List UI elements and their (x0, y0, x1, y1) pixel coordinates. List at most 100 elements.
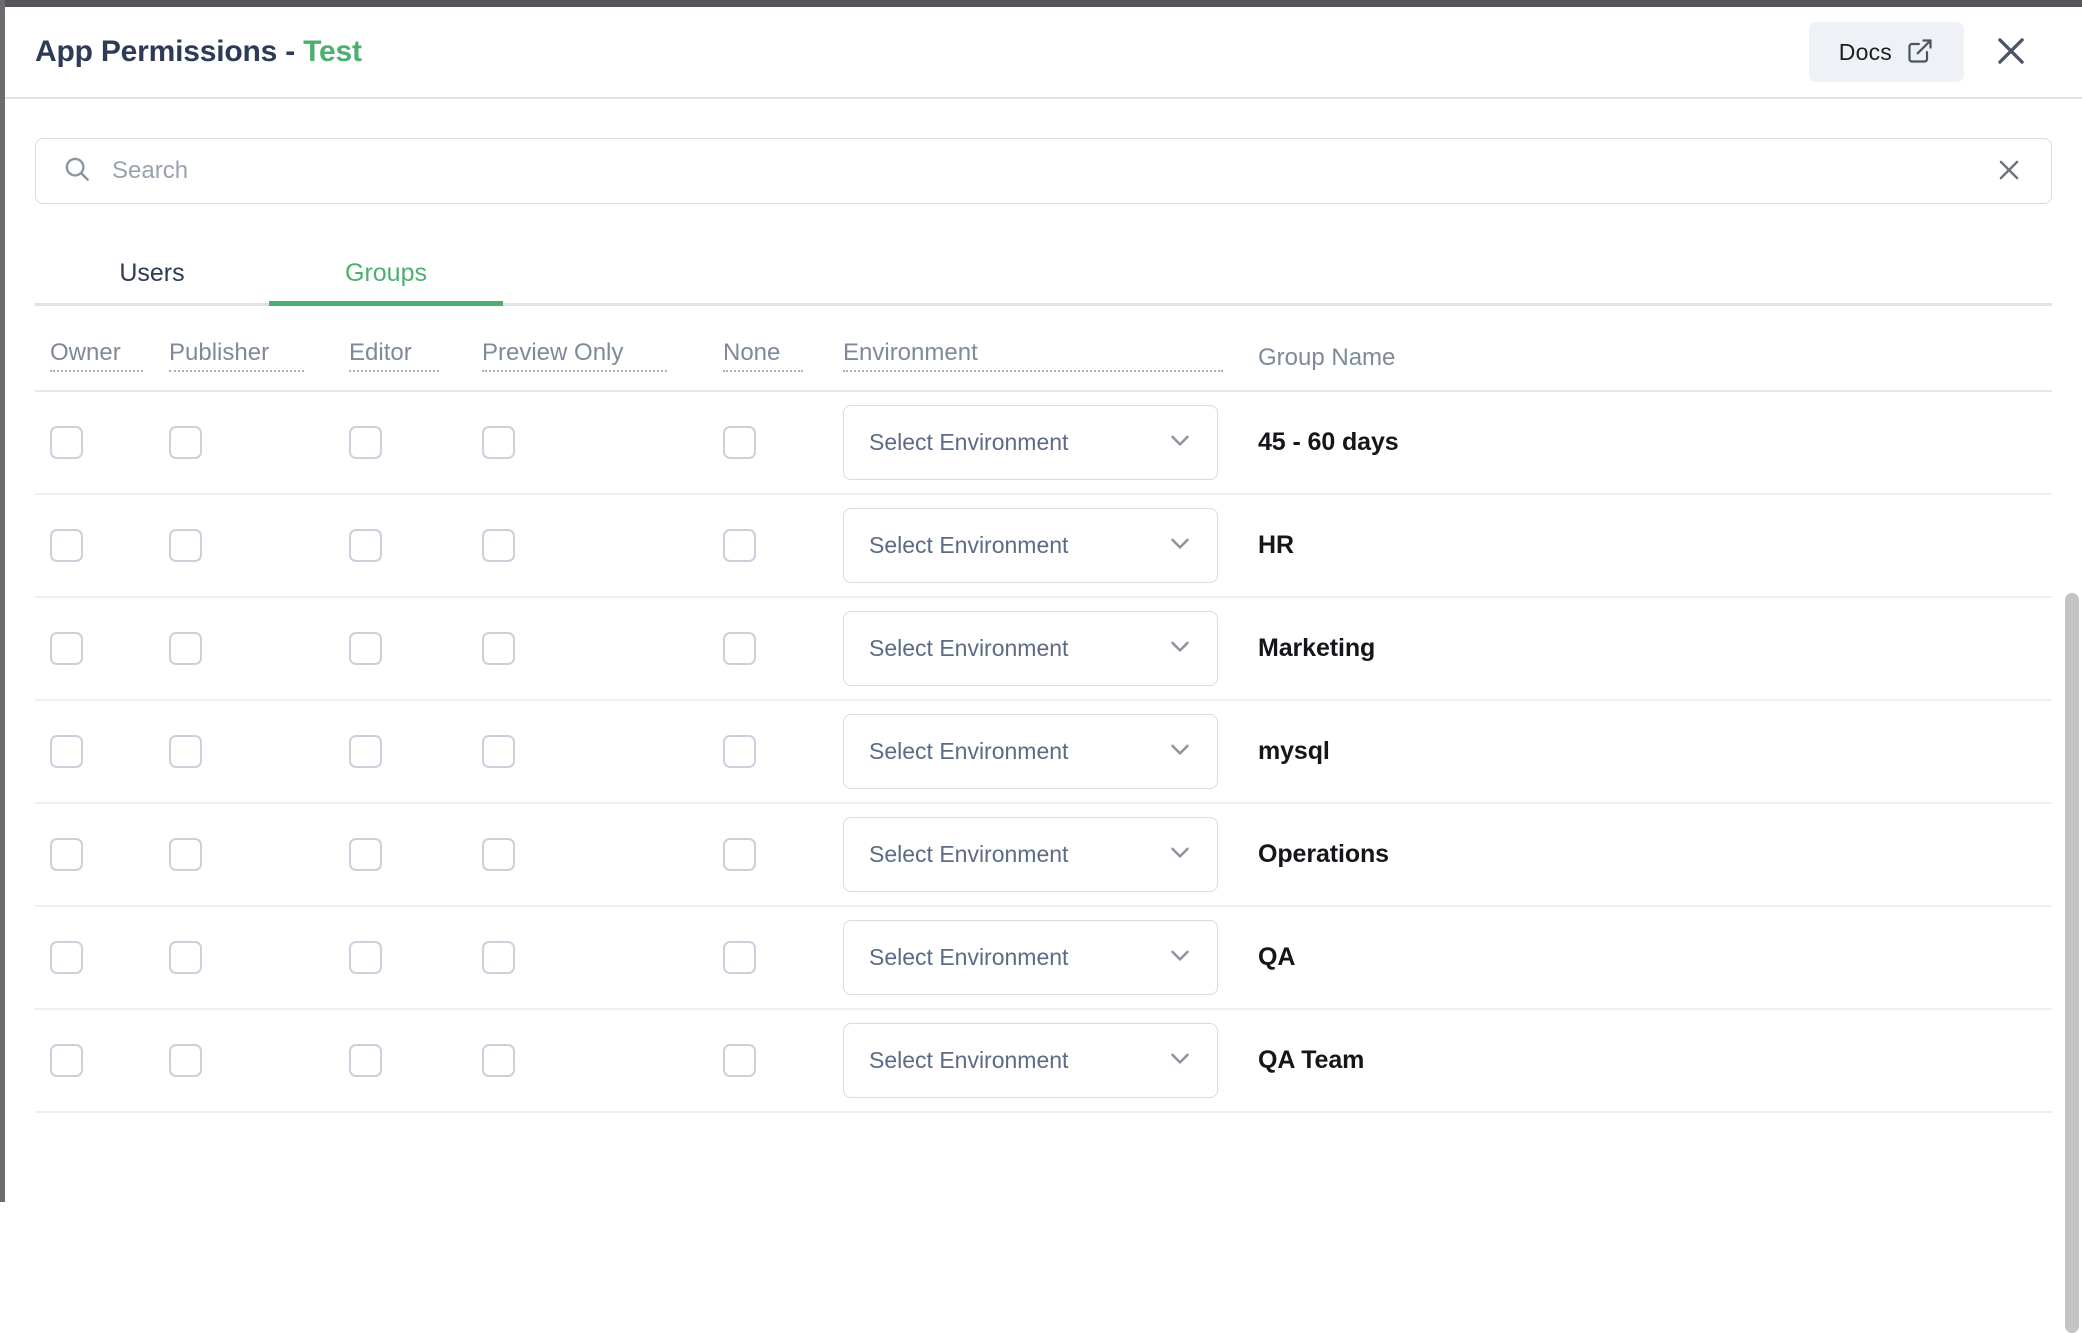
column-header-group-name: Group Name (1258, 344, 1396, 371)
environment-select[interactable]: Select Environment (843, 1023, 1218, 1098)
checkbox-publisher-cell (169, 529, 304, 562)
window-left-edge (0, 0, 5, 1202)
checkbox-preview-only-cell (482, 838, 667, 871)
checkbox-publisher[interactable] (169, 838, 202, 871)
checkbox-owner-cell (50, 632, 143, 665)
checkbox-none-cell (723, 735, 803, 768)
environment-cell: Select Environment (843, 714, 1223, 789)
checkbox-publisher[interactable] (169, 426, 202, 459)
checkbox-none[interactable] (723, 838, 756, 871)
checkbox-preview-only-cell (482, 632, 667, 665)
docs-button[interactable]: Docs (1808, 22, 1964, 82)
checkbox-owner-cell (50, 941, 143, 974)
group-name-cell: QA (1258, 943, 2052, 972)
group-name: mysql (1258, 737, 1330, 765)
checkbox-publisher[interactable] (169, 941, 202, 974)
search-bar[interactable] (35, 138, 2052, 204)
checkbox-publisher[interactable] (169, 1044, 202, 1077)
column-header-none[interactable]: None (723, 340, 803, 372)
checkbox-none[interactable] (723, 529, 756, 562)
column-header-editor[interactable]: Editor (349, 340, 439, 372)
environment-select[interactable]: Select Environment (843, 817, 1218, 892)
checkbox-editor-cell (349, 941, 439, 974)
checkbox-preview-only[interactable] (482, 1044, 515, 1077)
table-body: Select Environment 45 - 60 days Select Env… (35, 392, 2052, 1113)
permissions-table: Owner Publisher Editor Preview Only None… (35, 306, 2052, 1113)
checkbox-none[interactable] (723, 941, 756, 974)
environment-cell: Select Environment (843, 405, 1223, 480)
column-header-preview-only[interactable]: Preview Only (482, 340, 667, 372)
close-modal-button[interactable] (1982, 23, 2040, 81)
checkbox-preview-only[interactable] (482, 632, 515, 665)
checkbox-editor[interactable] (349, 426, 382, 459)
checkbox-preview-only[interactable] (482, 838, 515, 871)
column-header-environment[interactable]: Environment (843, 340, 1223, 372)
checkbox-publisher[interactable] (169, 735, 202, 768)
search-clear-button[interactable] (1991, 153, 2027, 189)
checkbox-editor-cell (349, 426, 439, 459)
checkbox-editor[interactable] (349, 941, 382, 974)
checkbox-publisher-cell (169, 426, 304, 459)
checkbox-none-cell (723, 426, 803, 459)
close-icon (1994, 155, 2024, 188)
permissions-tabs: Users Groups (35, 238, 2052, 306)
column-header-publisher[interactable]: Publisher (169, 340, 304, 372)
group-name-cell: 45 - 60 days (1258, 428, 2052, 457)
checkbox-owner[interactable] (50, 529, 83, 562)
environment-select-value: Select Environment (869, 1047, 1069, 1073)
checkbox-publisher[interactable] (169, 529, 202, 562)
external-link-icon (1906, 37, 1934, 68)
checkbox-owner-cell (50, 735, 143, 768)
checkbox-owner[interactable] (50, 426, 83, 459)
table-row: Select Environment QA (35, 907, 2052, 1010)
checkbox-editor[interactable] (349, 529, 382, 562)
checkbox-preview-only-cell (482, 426, 667, 459)
checkbox-owner[interactable] (50, 941, 83, 974)
checkbox-editor[interactable] (349, 1044, 382, 1077)
environment-select[interactable]: Select Environment (843, 611, 1218, 686)
checkbox-publisher-cell (169, 838, 304, 871)
checkbox-editor[interactable] (349, 735, 382, 768)
environment-cell: Select Environment (843, 1023, 1223, 1098)
checkbox-none[interactable] (723, 1044, 756, 1077)
group-name: Operations (1258, 840, 1389, 868)
checkbox-preview-only[interactable] (482, 529, 515, 562)
environment-cell: Select Environment (843, 611, 1223, 686)
environment-select[interactable]: Select Environment (843, 508, 1218, 583)
environment-select[interactable]: Select Environment (843, 714, 1218, 789)
checkbox-publisher-cell (169, 632, 304, 665)
checkbox-none[interactable] (723, 735, 756, 768)
environment-select[interactable]: Select Environment (843, 405, 1218, 480)
search-icon (62, 154, 92, 189)
tab-groups[interactable]: Groups (269, 238, 503, 306)
table-row: Select Environment mysql (35, 701, 2052, 804)
group-name-cell: Operations (1258, 840, 2052, 869)
checkbox-owner[interactable] (50, 632, 83, 665)
table-row: Select Environment QA Team (35, 1010, 2052, 1113)
checkbox-publisher[interactable] (169, 632, 202, 665)
checkbox-owner[interactable] (50, 735, 83, 768)
checkbox-preview-only[interactable] (482, 735, 515, 768)
table-header-row: Owner Publisher Editor Preview Only None… (35, 306, 2052, 392)
checkbox-editor[interactable] (349, 838, 382, 871)
page-title-app-name: Test (303, 35, 362, 68)
checkbox-owner[interactable] (50, 838, 83, 871)
checkbox-editor[interactable] (349, 632, 382, 665)
environment-select[interactable]: Select Environment (843, 920, 1218, 995)
checkbox-owner[interactable] (50, 1044, 83, 1077)
checkbox-preview-only[interactable] (482, 426, 515, 459)
search-input[interactable] (112, 157, 1991, 185)
group-name: QA Team (1258, 1046, 1365, 1074)
checkbox-editor-cell (349, 632, 439, 665)
environment-select-value: Select Environment (869, 429, 1069, 455)
vertical-scrollbar-thumb[interactable] (2065, 593, 2079, 1333)
checkbox-none[interactable] (723, 632, 756, 665)
chevron-down-icon (1165, 940, 1195, 975)
tab-users[interactable]: Users (35, 238, 269, 306)
table-row: Select Environment Operations (35, 804, 2052, 907)
checkbox-none[interactable] (723, 426, 756, 459)
group-name-cell: HR (1258, 531, 2052, 560)
checkbox-none-cell (723, 838, 803, 871)
column-header-owner[interactable]: Owner (50, 340, 143, 372)
checkbox-preview-only[interactable] (482, 941, 515, 974)
